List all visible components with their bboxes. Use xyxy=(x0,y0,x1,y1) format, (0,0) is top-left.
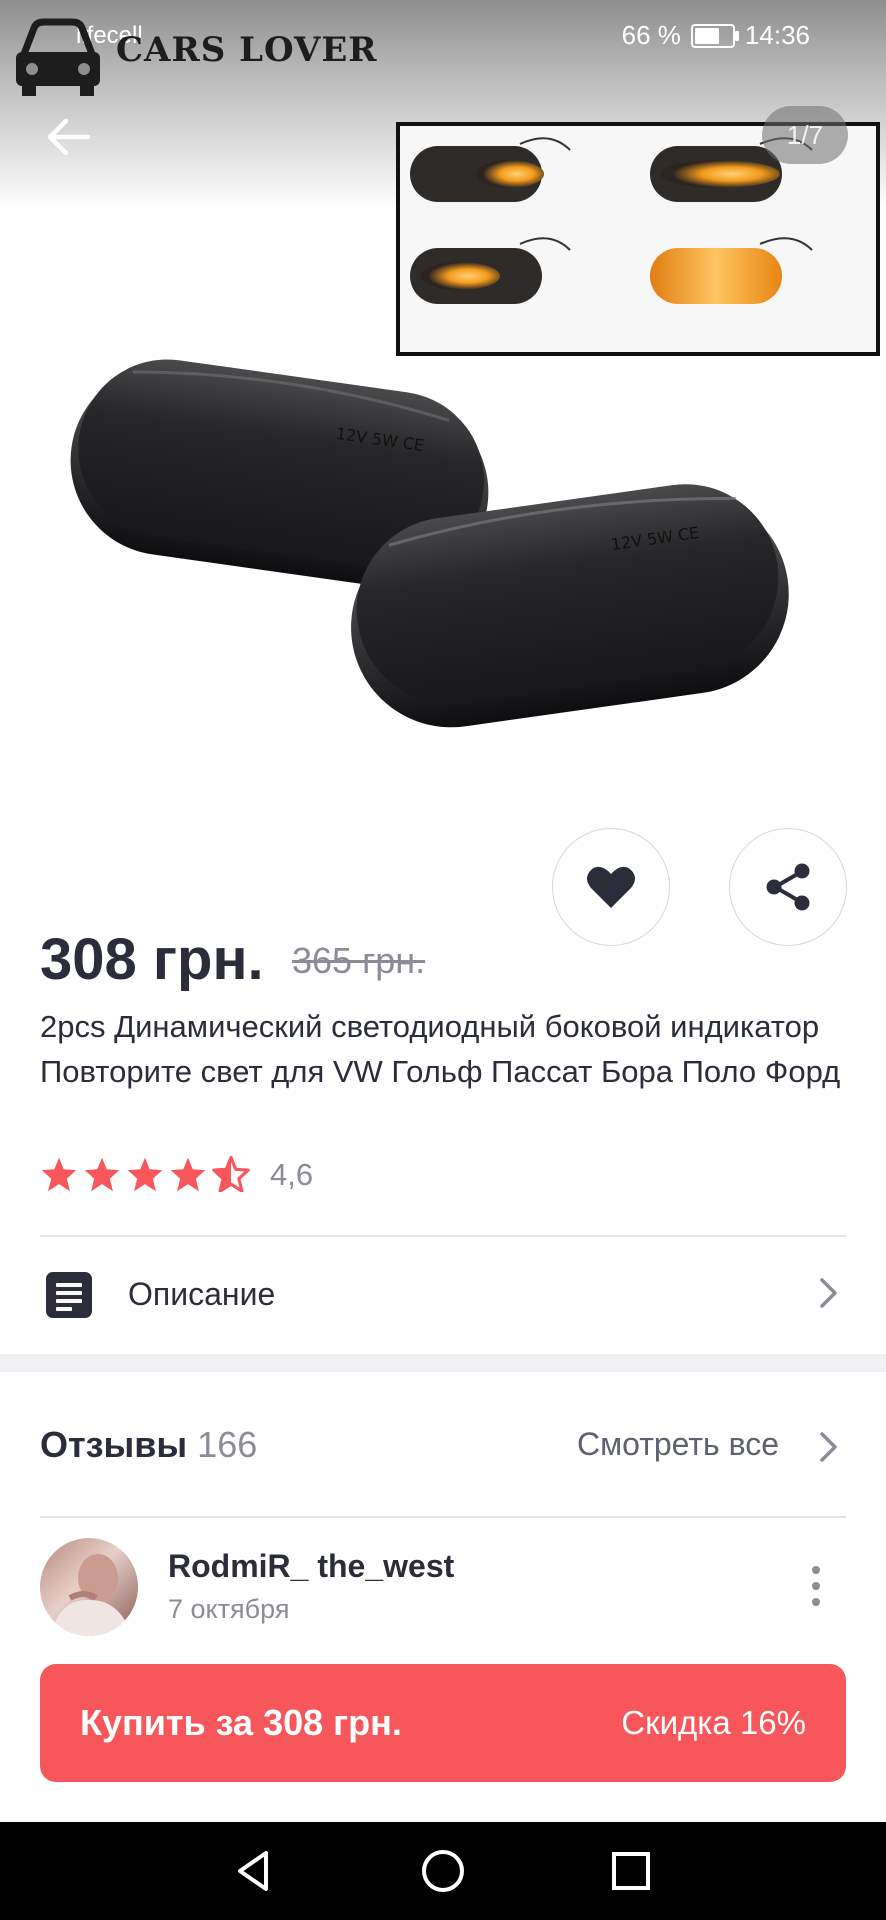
buy-label: Купить за 308 грн. xyxy=(80,1702,402,1743)
clock: 14:36 xyxy=(744,20,810,50)
status-right: 66 % 14:36 xyxy=(622,20,810,51)
divider xyxy=(40,1516,846,1518)
more-options-icon[interactable] xyxy=(804,1562,828,1610)
description-row[interactable]: Описание xyxy=(0,1236,886,1348)
share-button[interactable] xyxy=(729,828,847,946)
star-full-icon xyxy=(127,1157,163,1192)
star-full-icon xyxy=(41,1157,77,1192)
see-all-label: Смотреть все xyxy=(577,1426,780,1462)
image-counter: 1/7 xyxy=(762,106,848,164)
reviews-count: 166 xyxy=(197,1424,258,1465)
reviews-title: Отзывы xyxy=(40,1424,188,1465)
nav-home-icon[interactable] xyxy=(419,1847,467,1895)
heart-icon xyxy=(587,866,635,908)
reviews-heading: Отзывы 166 xyxy=(40,1424,257,1466)
buy-button[interactable]: Купить за 308 грн. Скидка 16% xyxy=(40,1664,846,1782)
chevron-right-icon xyxy=(820,1432,837,1462)
section-separator xyxy=(0,1354,886,1372)
favorite-button[interactable] xyxy=(552,828,670,946)
rating-value: 4,6 xyxy=(270,1157,314,1192)
star-full-icon xyxy=(170,1157,206,1192)
watermark-text: CARS LOVER xyxy=(116,30,378,70)
reviewer-name: RodmiR_ the_west xyxy=(168,1548,455,1584)
nav-recents-icon[interactable] xyxy=(607,1847,655,1895)
product-main-image: 12V 5W CE 12V 5W CE xyxy=(70,359,789,728)
product-gallery[interactable]: lifecell 66 % 14:36 CARS LOVER 1/7 12V 5… xyxy=(0,0,886,795)
star-full-icon xyxy=(84,1157,120,1192)
description-label: Описание xyxy=(128,1276,276,1312)
chevron-right-icon xyxy=(820,1278,837,1308)
battery-percent: 66 % xyxy=(621,20,681,50)
current-price: 308 грн. xyxy=(40,927,264,992)
review-date: 7 октября xyxy=(168,1594,290,1624)
star-half-icon xyxy=(212,1156,250,1192)
battery-icon xyxy=(690,23,739,48)
old-price: 365 грн. xyxy=(292,940,426,981)
product-title: 2pcs Динамический светодиодный боковой и… xyxy=(40,1009,841,1089)
discount-label: Скидка 16% xyxy=(621,1704,806,1741)
document-icon xyxy=(46,1272,92,1318)
rating-stars xyxy=(40,1156,250,1192)
back-arrow-icon[interactable] xyxy=(44,116,92,158)
system-nav-bar xyxy=(0,1822,886,1920)
share-icon xyxy=(766,863,810,911)
reviewer-avatar[interactable] xyxy=(40,1538,138,1636)
avatar-image xyxy=(50,1554,132,1636)
nav-back-icon[interactable] xyxy=(230,1847,278,1895)
car-logo-icon xyxy=(16,18,100,96)
